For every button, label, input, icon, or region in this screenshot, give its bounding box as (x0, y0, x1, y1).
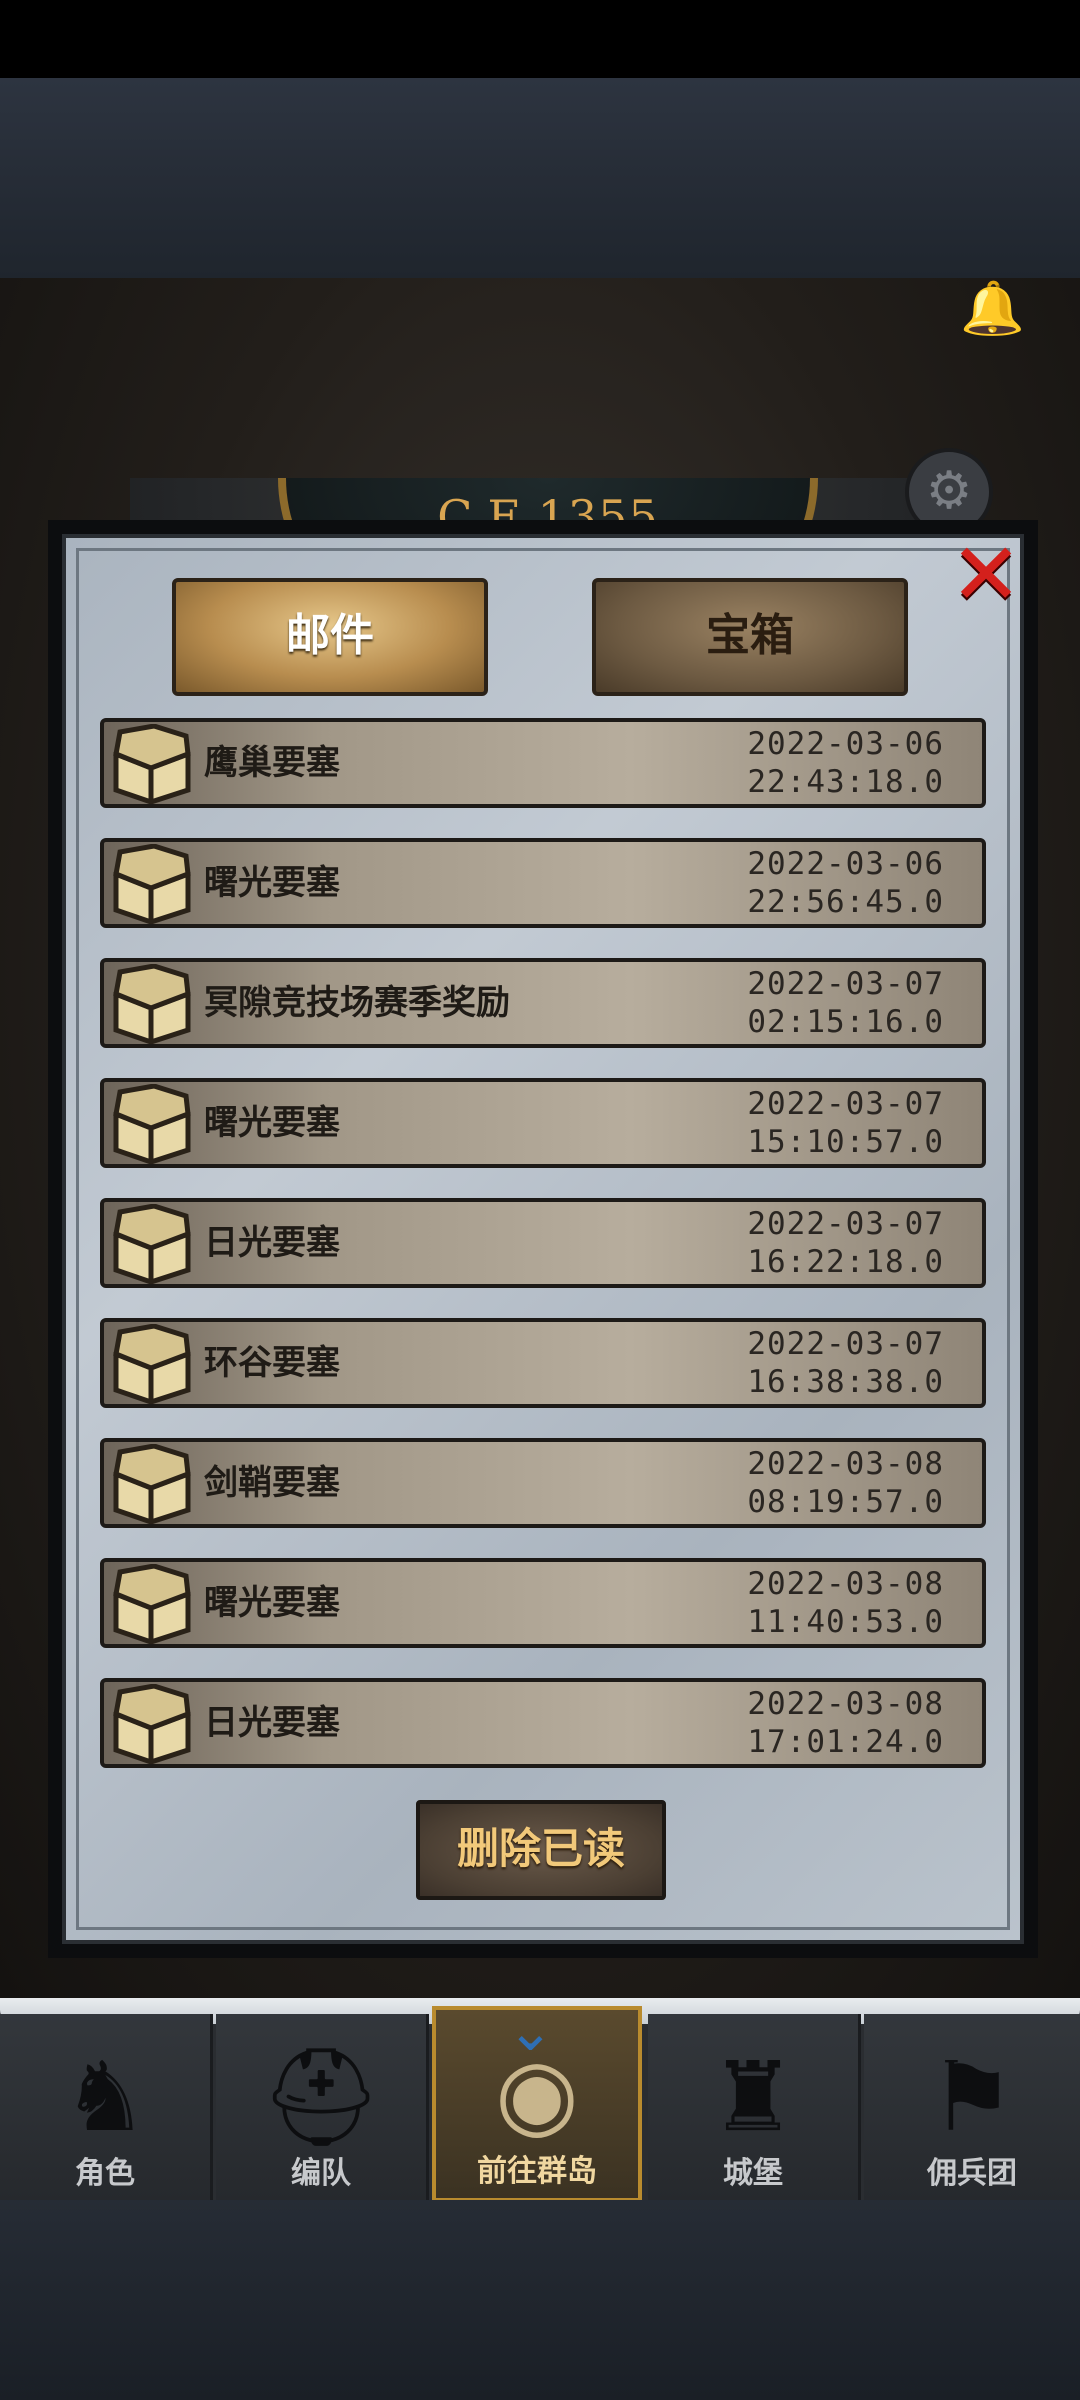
mercenary-flag-icon: ⚑ (928, 2041, 1016, 2153)
gear-icon: ⚙ (925, 461, 973, 521)
mail-date: 2022-03-07 (747, 1086, 944, 1122)
bell-icon: 🔔 (960, 279, 1025, 339)
globe-compass-icon: ◉ (495, 2037, 579, 2149)
treasure-chest-icon (113, 1084, 191, 1164)
mail-time: 22:43:18.0 (747, 764, 944, 800)
mail-time: 16:22:18.0 (747, 1244, 944, 1280)
mail-time: 15:10:57.0 (747, 1124, 944, 1160)
treasure-chest-icon (113, 1684, 191, 1764)
mail-date: 2022-03-06 (747, 846, 944, 882)
knight-icon: ♞ (61, 2041, 149, 2153)
nav-item-islands[interactable]: ⌄ ◉ 前往群岛 (432, 2004, 642, 2202)
mail-time: 17:01:24.0 (747, 1724, 944, 1760)
mail-item[interactable]: 日光要塞 2022-03-08 17:01:24.0 (100, 1678, 986, 1768)
mail-date: 2022-03-07 (747, 966, 944, 1002)
mail-title: 鹰巢要塞 (204, 743, 340, 783)
treasure-chest-icon (113, 844, 191, 924)
mail-item[interactable]: 曙光要塞 2022-03-06 22:56:45.0 (100, 838, 986, 928)
treasure-chest-icon (113, 1564, 191, 1644)
nav-label: 前往群岛 (477, 2154, 597, 2189)
castle-icon: ♜ (709, 2041, 797, 2153)
mail-title: 剑鞘要塞 (204, 1463, 340, 1503)
delete-read-button[interactable]: 删除已读 (416, 1800, 666, 1900)
mail-time: 08:19:57.0 (747, 1484, 944, 1520)
mail-title: 曙光要塞 (204, 1583, 340, 1623)
treasure-chest-icon (113, 724, 191, 804)
mail-date: 2022-03-07 (747, 1206, 944, 1242)
nav-item-castle[interactable]: ♜ 城堡 (648, 2014, 861, 2200)
nav-item-character[interactable]: ♞ 角色 (0, 2014, 213, 2200)
tab-chest[interactable]: 宝箱 (592, 578, 908, 696)
mail-title: 日光要塞 (204, 1223, 340, 1263)
close-button[interactable]: ✕ (936, 526, 1036, 626)
mail-list: 鹰巢要塞 2022-03-06 22:43:18.0 曙光要塞 2022-03-… (100, 718, 986, 1798)
bottom-background (0, 2200, 1080, 2400)
mail-time: 22:56:45.0 (747, 884, 944, 920)
mail-item[interactable]: 鹰巢要塞 2022-03-06 22:43:18.0 (100, 718, 986, 808)
nav-label: 编队 (291, 2156, 351, 2191)
mail-date: 2022-03-07 (747, 1326, 944, 1362)
mail-date: 2022-03-08 (747, 1446, 944, 1482)
mail-item[interactable]: 曙光要塞 2022-03-07 15:10:57.0 (100, 1078, 986, 1168)
bottom-nav: ♞ 角色 ⛑ 编队 ⌄ ◉ 前往群岛 ♜ 城堡 ⚑ 佣兵团 (0, 1998, 1080, 2202)
nav-label: 城堡 (723, 2156, 783, 2191)
helmet-icon: ⛑ (260, 2041, 382, 2153)
mail-title: 冥隙竞技场赛季奖励 (204, 983, 510, 1023)
treasure-chest-icon (113, 964, 191, 1044)
nav-item-mercenary[interactable]: ⚑ 佣兵团 (864, 2014, 1080, 2200)
mail-date: 2022-03-08 (747, 1566, 944, 1602)
mail-item[interactable]: 环谷要塞 2022-03-07 16:38:38.0 (100, 1318, 986, 1408)
mail-title: 环谷要塞 (204, 1343, 340, 1383)
mail-date: 2022-03-08 (747, 1686, 944, 1722)
mail-title: 日光要塞 (204, 1703, 340, 1743)
mail-time: 11:40:53.0 (747, 1604, 944, 1640)
nav-label: 佣兵团 (927, 2156, 1017, 2191)
top-bar-background (0, 78, 1080, 278)
nav-item-formation[interactable]: ⛑ 编队 (216, 2014, 429, 2200)
mail-time: 02:15:16.0 (747, 1004, 944, 1040)
treasure-chest-icon (113, 1204, 191, 1284)
treasure-chest-icon (113, 1324, 191, 1404)
close-icon: ✕ (949, 525, 1022, 625)
treasure-chest-icon (113, 1444, 191, 1524)
mail-item[interactable]: 剑鞘要塞 2022-03-08 08:19:57.0 (100, 1438, 986, 1528)
tab-mail[interactable]: 邮件 (172, 578, 488, 696)
mail-time: 16:38:38.0 (747, 1364, 944, 1400)
nav-label: 角色 (75, 2156, 135, 2191)
mail-item[interactable]: 曙光要塞 2022-03-08 11:40:53.0 (100, 1558, 986, 1648)
mail-item[interactable]: 冥隙竞技场赛季奖励 2022-03-07 02:15:16.0 (100, 958, 986, 1048)
mail-title: 曙光要塞 (204, 1103, 340, 1143)
mail-item[interactable]: 日光要塞 2022-03-07 16:22:18.0 (100, 1198, 986, 1288)
mail-date: 2022-03-06 (747, 726, 944, 762)
mail-title: 曙光要塞 (204, 863, 340, 903)
